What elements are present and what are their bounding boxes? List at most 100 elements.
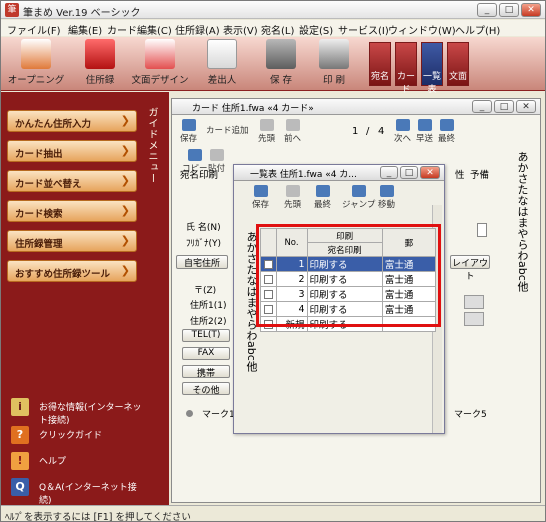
guide-recommended-tools-button[interactable]: おすすめ住所録ツール ❯: [7, 260, 137, 282]
zip-label: 〒(Z): [194, 286, 217, 296]
guide-link-help[interactable]: ! ヘルプ: [11, 452, 161, 472]
print-button[interactable]: 印 刷: [309, 39, 359, 89]
paste-icon: [209, 149, 224, 161]
list-first-button[interactable]: 先頭: [284, 185, 301, 210]
card-prev-label: 前へ: [284, 134, 302, 144]
card-next-button[interactable]: 次へ: [394, 119, 411, 144]
sender-button[interactable]: 差出人: [197, 39, 247, 89]
guide-card-search-button[interactable]: カード検索 ❯: [7, 200, 137, 222]
menu-window[interactable]: ウィンドウ(W): [388, 22, 456, 37]
guide-link-help-label: ヘルプ: [39, 457, 67, 467]
menu-help[interactable]: ヘルプ(H): [455, 22, 500, 37]
card-fast-forward-label: 早送: [416, 134, 434, 144]
save-button[interactable]: 保 存: [256, 39, 306, 89]
opening-label: オープニング: [7, 75, 65, 86]
mark5-label: マーク5: [454, 410, 487, 420]
menu-card-edit[interactable]: カード編集(C): [107, 22, 172, 37]
design-icon: [145, 39, 175, 69]
mode-list-tab[interactable]: 一覧表: [421, 42, 443, 95]
guide-card-extract-button[interactable]: カード抽出 ❯: [7, 140, 137, 162]
fax-button[interactable]: FAX: [182, 347, 230, 360]
save-label: 保 存: [269, 75, 293, 86]
guide-link-qa[interactable]: Q Q＆A(インターネット接続): [11, 478, 161, 506]
design-button[interactable]: 文面デザイン: [131, 39, 189, 89]
card-save-button[interactable]: 保存: [180, 119, 197, 144]
list-last-button[interactable]: 最終: [314, 185, 331, 210]
gender-label: 性: [455, 170, 465, 181]
card-total: 4: [378, 126, 385, 137]
guide-easy-address-button[interactable]: かんたん住所入力 ❯: [7, 110, 137, 132]
maximize-button[interactable]: □: [499, 3, 519, 17]
menu-service[interactable]: サービス(I): [338, 22, 389, 37]
card-minimize-button[interactable]: _: [472, 100, 492, 113]
first-icon: [259, 119, 274, 131]
save-icon: [253, 185, 268, 197]
other-button[interactable]: その他: [182, 382, 230, 396]
design-label: 文面デザイン: [131, 75, 189, 86]
status-bar: ﾍﾙﾌﾟを表示するには [F1] を押してください: [1, 505, 545, 521]
question-icon: ?: [11, 426, 29, 444]
last-icon: [439, 119, 454, 131]
list-close-button[interactable]: ✕: [420, 166, 440, 179]
list-save-button[interactable]: 保存: [252, 185, 269, 210]
jump-icon: [351, 185, 366, 197]
minimize-button[interactable]: _: [477, 3, 497, 17]
guide-link-click-guide[interactable]: ? クリックガイド: [11, 426, 161, 446]
card-kana-index[interactable]: あかさたなはまやらわabc他: [499, 151, 529, 391]
menu-view[interactable]: 表示(V): [223, 22, 258, 37]
card-add-button[interactable]: カード追加: [206, 124, 249, 136]
menu-settings[interactable]: 設定(S): [299, 22, 333, 37]
card-maximize-button[interactable]: □: [494, 100, 514, 113]
print-label: 印 刷: [322, 75, 346, 86]
guide-link-deals[interactable]: i お得な情報(インターネット接続): [11, 398, 161, 426]
card-first-button[interactable]: 先頭: [258, 119, 275, 144]
mobile-button[interactable]: 携帯: [182, 365, 230, 379]
card-prev-button[interactable]: 前へ: [284, 119, 301, 144]
guide-card-sort-button[interactable]: カード並べ替え ❯: [7, 170, 137, 192]
window-title: 筆まめ Ver.19 ベーシック: [23, 8, 141, 19]
mode-design-tab[interactable]: 文面: [447, 42, 469, 86]
guide-menu-tab[interactable]: ガイドメニュー: [139, 101, 159, 201]
card-fast-forward-button[interactable]: 早送: [416, 119, 433, 144]
first-icon: [285, 185, 300, 197]
list-maximize-button[interactable]: □: [400, 166, 418, 179]
list-jump-button[interactable]: ジャンプ: [342, 185, 375, 210]
guide-address-book-manage-button[interactable]: 住所録管理 ❯: [7, 230, 137, 252]
list-minimize-button[interactable]: _: [380, 166, 398, 179]
guide-card-extract-label: カード抽出: [15, 149, 63, 160]
opening-button[interactable]: オープニング: [5, 39, 67, 89]
close-button[interactable]: ✕: [521, 3, 541, 17]
menu-file[interactable]: ファイル(F): [7, 22, 61, 37]
layout-tab[interactable]: レイアウト: [450, 255, 490, 282]
sender-label: 差出人: [207, 75, 237, 86]
list-move-button[interactable]: 移動: [378, 185, 395, 210]
name-label: 氏 名(N): [186, 223, 221, 233]
mode-card-tab[interactable]: カード: [395, 42, 417, 95]
list-first-label: 先頭: [284, 200, 302, 210]
guide-easy-address-label: かんたん住所入力: [15, 119, 92, 130]
help-icon: !: [11, 452, 29, 470]
title-bar: 筆 筆まめ Ver.19 ベーシック _ □ ✕: [1, 1, 545, 19]
mark1-radio[interactable]: [186, 410, 193, 417]
chevron-right-icon: ❯: [120, 234, 130, 247]
card-close-button[interactable]: ✕: [516, 100, 536, 113]
pen-icon[interactable]: [464, 295, 484, 309]
dropdown-icon[interactable]: [477, 223, 487, 237]
printer-icon: [319, 39, 349, 69]
highlight-box: [256, 224, 441, 327]
tel-button[interactable]: TEL(T): [182, 329, 230, 342]
map-icon[interactable]: [464, 312, 484, 326]
menu-edit[interactable]: 編集(E): [68, 22, 102, 37]
guide-card-search-label: カード検索: [15, 209, 63, 220]
copy-icon: [187, 149, 202, 161]
address-book-label: 住所録: [85, 75, 115, 86]
menu-atena[interactable]: 宛名(L): [261, 22, 294, 37]
address-book-button[interactable]: 住所録: [75, 39, 125, 89]
mark1-label: マーク1: [202, 410, 235, 420]
home-address-tab[interactable]: 自宅住所: [176, 255, 228, 269]
card-last-button[interactable]: 最終: [438, 119, 455, 144]
guide-card-sort-label: カード並べ替え: [15, 179, 82, 190]
app-window: 筆 筆まめ Ver.19 ベーシック _ □ ✕ ファイル(F) 編集(E) カ…: [0, 0, 546, 522]
menu-address-book[interactable]: 住所録(A): [175, 22, 220, 37]
mode-atena-tab[interactable]: 宛名: [369, 42, 391, 86]
